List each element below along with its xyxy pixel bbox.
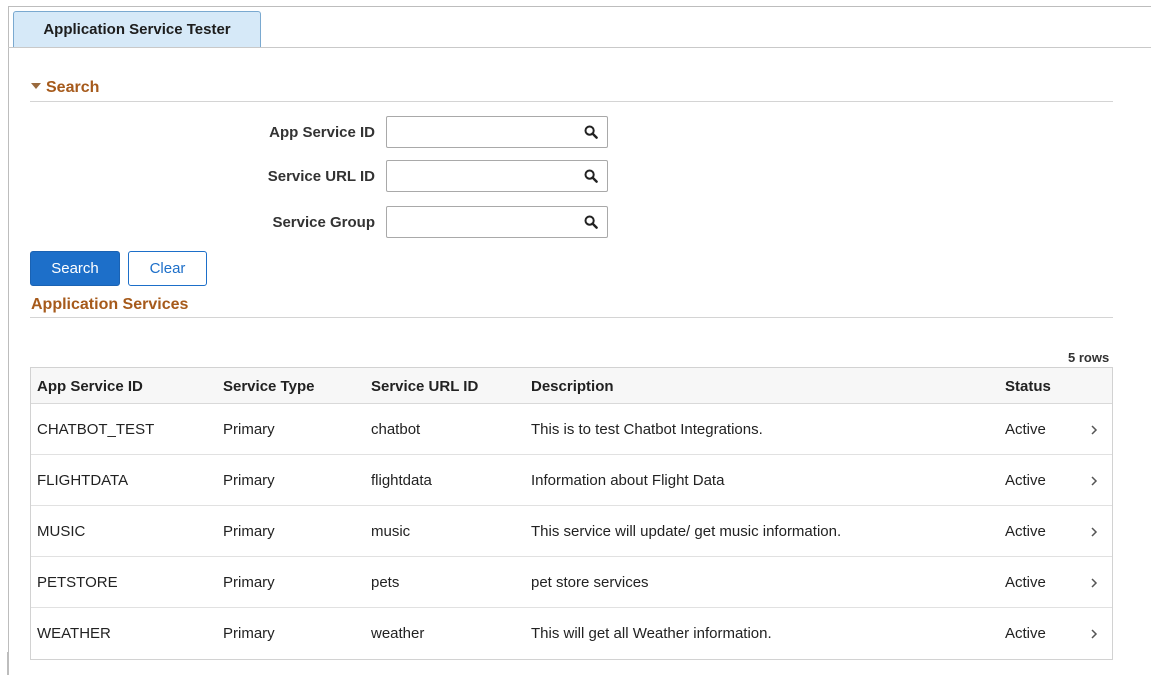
cell-app-service-id: PETSTORE: [37, 574, 118, 591]
chevron-right-icon[interactable]: [1089, 525, 1099, 539]
cell-description: Information about Flight Data: [531, 472, 725, 489]
cell-description: This will get all Weather information.: [531, 625, 772, 642]
search-section-divider: [30, 101, 1113, 102]
chevron-right-icon[interactable]: [1089, 576, 1099, 590]
cell-status: Active: [1005, 472, 1046, 489]
left-edge-handle: [0, 652, 8, 675]
cell-status: Active: [1005, 523, 1046, 540]
cell-service-type: Primary: [223, 574, 275, 591]
cell-status: Active: [1005, 625, 1046, 642]
caret-down-icon: [31, 83, 41, 89]
service-group-field[interactable]: [386, 206, 608, 238]
cell-service-url-id: flightdata: [371, 472, 432, 489]
service-url-id-label: Service URL ID: [267, 168, 375, 185]
row-count: 5 rows: [1068, 350, 1110, 365]
app-service-id-field[interactable]: [386, 116, 608, 148]
cell-service-type: Primary: [223, 421, 275, 438]
cell-service-url-id: pets: [371, 574, 400, 591]
tab-label: Application Service Tester: [43, 21, 231, 38]
column-header-description[interactable]: Description: [531, 378, 614, 395]
cell-description: This service will update/ get music info…: [531, 523, 842, 540]
cell-app-service-id: CHATBOT_TEST: [37, 421, 155, 438]
service-group-label: Service Group: [272, 214, 375, 231]
app-service-id-input[interactable]: [387, 117, 577, 147]
tab-divider: [8, 47, 1151, 48]
search-icon[interactable]: [584, 169, 598, 183]
service-url-id-field[interactable]: [386, 160, 608, 192]
service-url-id-input[interactable]: [387, 161, 577, 191]
application-services-grid: App Service ID Service Type Service URL …: [30, 367, 1113, 660]
cell-service-type: Primary: [223, 625, 275, 642]
application-services-title: Application Services: [31, 296, 189, 313]
cell-description: This is to test Chatbot Integrations.: [531, 421, 763, 438]
tab-application-service-tester[interactable]: Application Service Tester: [13, 11, 261, 47]
cell-service-url-id: chatbot: [371, 421, 421, 438]
clear-button[interactable]: Clear: [128, 251, 207, 286]
search-button[interactable]: Search: [30, 251, 120, 286]
cell-service-type: Primary: [223, 472, 275, 489]
cell-app-service-id: WEATHER: [37, 625, 111, 642]
search-section-header[interactable]: Search: [31, 79, 99, 97]
chevron-right-icon[interactable]: [1089, 474, 1099, 488]
app-service-id-label: App Service ID: [269, 124, 375, 141]
cell-service-type: Primary: [223, 523, 275, 540]
column-header-service-type[interactable]: Service Type: [223, 378, 314, 395]
cell-status: Active: [1005, 421, 1046, 438]
column-header-service-url-id[interactable]: Service URL ID: [371, 378, 478, 395]
table-row[interactable]: CHATBOT_TEST Primary chatbot This is to …: [31, 404, 1112, 455]
results-section-divider: [30, 317, 1113, 318]
cell-status: Active: [1005, 574, 1046, 591]
column-header-app-service-id[interactable]: App Service ID: [37, 378, 143, 395]
table-row[interactable]: WEATHER Primary weather This will get al…: [31, 608, 1112, 659]
column-header-status[interactable]: Status: [1005, 378, 1051, 395]
search-icon[interactable]: [584, 125, 598, 139]
cell-service-url-id: music: [371, 523, 411, 540]
table-row[interactable]: PETSTORE Primary pets pet store services…: [31, 557, 1112, 608]
search-section-title: Search: [46, 79, 100, 96]
table-row[interactable]: MUSIC Primary music This service will up…: [31, 506, 1112, 557]
cell-app-service-id: FLIGHTDATA: [37, 472, 129, 489]
table-row[interactable]: FLIGHTDATA Primary flightdata Informatio…: [31, 455, 1112, 506]
grid-header: App Service ID Service Type Service URL …: [31, 368, 1112, 404]
chevron-right-icon[interactable]: [1089, 423, 1099, 437]
search-icon[interactable]: [584, 215, 598, 229]
cell-description: pet store services: [531, 574, 649, 591]
cell-service-url-id: weather: [371, 625, 425, 642]
service-group-input[interactable]: [387, 207, 577, 237]
chevron-right-icon[interactable]: [1089, 627, 1099, 641]
cell-app-service-id: MUSIC: [37, 523, 86, 540]
